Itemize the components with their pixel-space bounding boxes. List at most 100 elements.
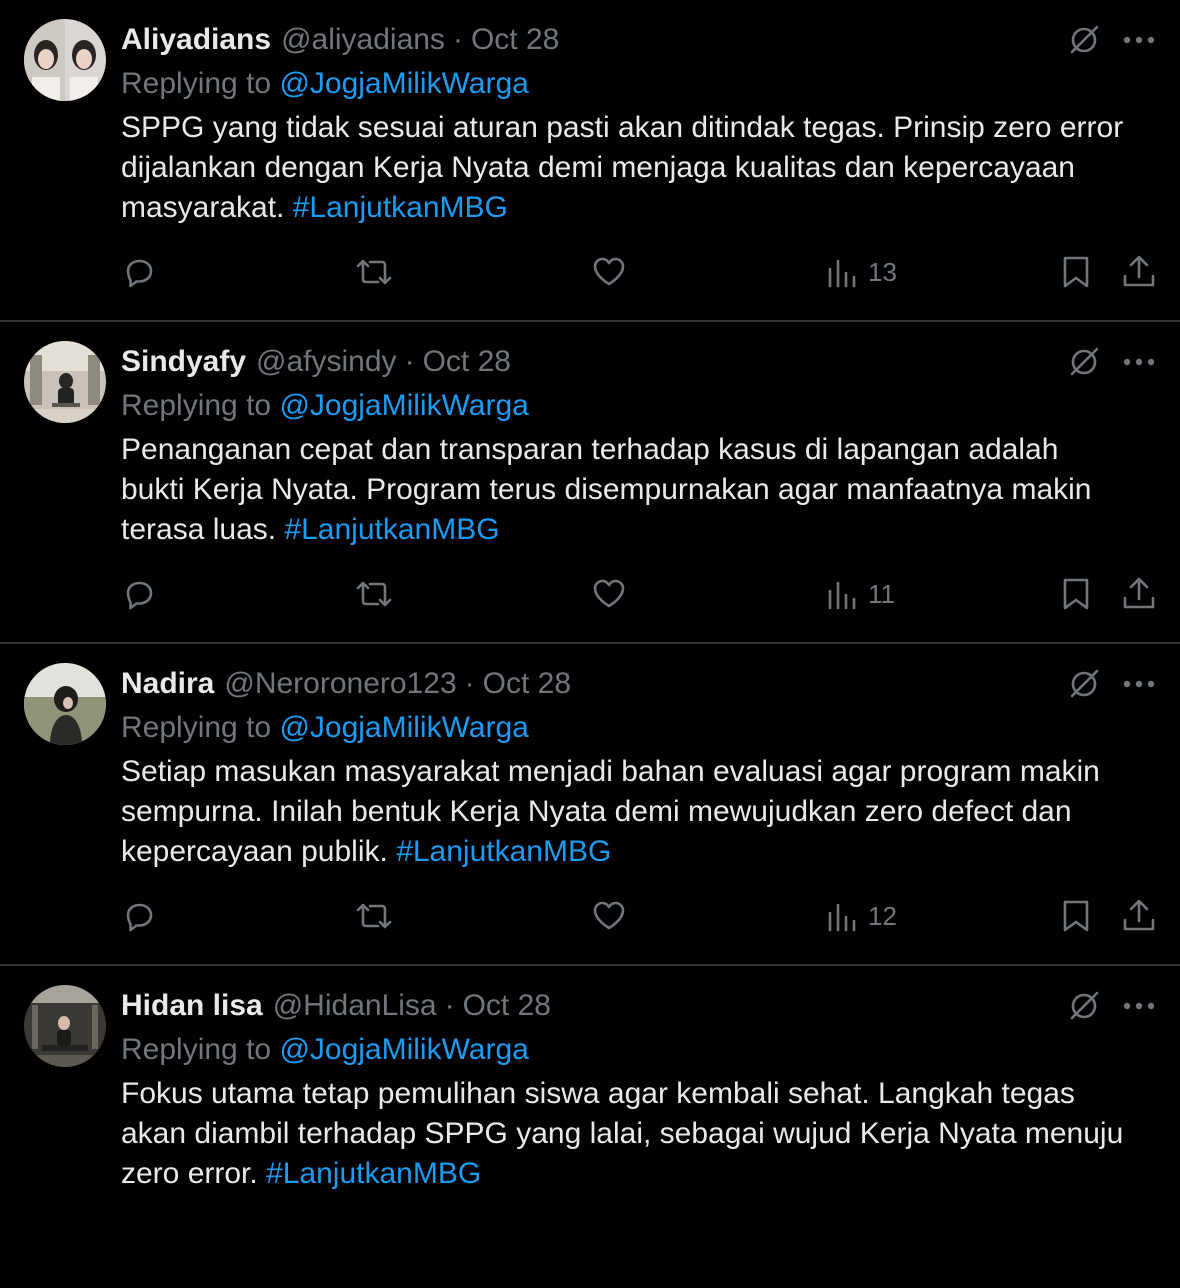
separator-dot: · (452, 23, 463, 56)
like-icon (593, 579, 625, 608)
share-button[interactable] (1120, 250, 1158, 294)
tweet-date[interactable]: Oct 28 (423, 342, 511, 382)
tweet-text-line: zero error. #LanjutkanMBG (121, 1154, 1161, 1194)
share-icon (1123, 255, 1155, 287)
tweet-text-line: kepercayaan publik. #LanjutkanMBG (121, 832, 1161, 872)
bookmark-button[interactable] (1058, 250, 1094, 294)
tweet-text-line: bukti Kerja Nyata. Program terus disempu… (121, 473, 1092, 506)
share-icon (1123, 577, 1155, 609)
display-name[interactable]: Aliyadians (121, 20, 271, 60)
tweet-date[interactable]: Oct 28 (471, 20, 559, 60)
retweet-button[interactable] (354, 894, 394, 938)
reply-icon (126, 903, 153, 932)
separator-dot: · (444, 989, 455, 1022)
tweet-text: Penanganan cepat dan transparan terhadap… (121, 430, 1161, 550)
like-button[interactable] (590, 572, 628, 616)
views-button[interactable]: 11 (826, 572, 895, 616)
replying-to: Replying to @JogjaMilikWarga (121, 1030, 529, 1070)
reply-button[interactable] (120, 250, 158, 294)
more-icon[interactable] (1118, 664, 1160, 704)
avatar[interactable] (24, 341, 106, 423)
tweet-text-line: masyarakat. #LanjutkanMBG (121, 188, 1161, 228)
tweet-date[interactable]: Oct 28 (483, 664, 571, 704)
mention-link[interactable]: @JogjaMilikWarga (279, 67, 528, 100)
replying-to: Replying to @JogjaMilikWarga (121, 64, 529, 104)
reply-button[interactable] (120, 894, 158, 938)
bookmark-icon (1063, 256, 1089, 288)
hashtag-link[interactable]: #LanjutkanMBG (266, 1157, 481, 1190)
replying-prefix: Replying to (121, 1033, 272, 1066)
retweet-icon (356, 259, 392, 285)
tweet-text-fragment: zero error. (121, 1157, 258, 1190)
action-bar: 13 (0, 250, 1180, 294)
display-name[interactable]: Hidan lisa (121, 986, 263, 1026)
avatar[interactable] (24, 19, 106, 101)
like-button[interactable] (590, 894, 628, 938)
user-handle[interactable]: @aliyadians (281, 20, 445, 60)
user-handle[interactable]: @afysindy (256, 342, 397, 382)
separator-dot: · (464, 667, 475, 700)
tweet-text-line: terasa luas. #LanjutkanMBG (121, 510, 1161, 550)
grok-icon[interactable] (1064, 986, 1104, 1026)
hashtag-link[interactable]: #LanjutkanMBG (396, 835, 611, 868)
display-name[interactable]: Sindyafy (121, 342, 246, 382)
share-button[interactable] (1120, 894, 1158, 938)
tweet-text-line: Fokus utama tetap pemulihan siswa agar k… (121, 1077, 1075, 1110)
tweet-card[interactable]: Nadira @Neroronero123 · Oct 28 Replying … (0, 644, 1180, 966)
avatar[interactable] (24, 663, 106, 745)
tweet-text: Setiap masukan masyarakat menjadi bahan … (121, 752, 1161, 872)
reply-icon (126, 581, 153, 610)
mention-link[interactable]: @JogjaMilikWarga (279, 1033, 528, 1066)
display-name[interactable]: Nadira (121, 664, 214, 704)
grok-icon[interactable] (1064, 20, 1104, 60)
tweet-header: Aliyadians @aliyadians · Oct 28 (121, 20, 559, 60)
share-button[interactable] (1120, 572, 1158, 616)
views-icon (828, 581, 856, 610)
views-count: 12 (868, 901, 897, 931)
user-handle[interactable]: @Neroronero123 (224, 664, 456, 704)
more-icon[interactable] (1118, 20, 1160, 60)
tweet-text-fragment: kepercayaan publik. (121, 835, 388, 868)
hashtag-link[interactable]: #LanjutkanMBG (293, 191, 508, 224)
grok-icon[interactable] (1064, 342, 1104, 382)
action-bar: 11 (0, 572, 1180, 616)
hashtag-link[interactable]: #LanjutkanMBG (284, 513, 499, 546)
tweet-text-line: Penanganan cepat dan transparan terhadap… (121, 433, 1059, 466)
replying-prefix: Replying to (121, 389, 272, 422)
mention-link[interactable]: @JogjaMilikWarga (279, 711, 528, 744)
like-icon (593, 257, 625, 286)
retweet-icon (356, 581, 392, 607)
tweet-card[interactable]: Aliyadians @aliyadians · Oct 28 Replying… (0, 0, 1180, 322)
tweet-header: Hidan lisa @HidanLisa · Oct 28 (121, 986, 551, 1026)
views-count: 13 (868, 257, 897, 287)
views-button[interactable]: 12 (826, 894, 897, 938)
tweet-text-line: Setiap masukan masyarakat menjadi bahan … (121, 755, 1100, 788)
tweet-text-line: sempurna. Inilah bentuk Kerja Nyata demi… (121, 795, 1072, 828)
retweet-button[interactable] (354, 250, 394, 294)
reply-button[interactable] (120, 572, 158, 616)
tweet-text-fragment: terasa luas. (121, 513, 277, 546)
avatar[interactable] (24, 985, 106, 1067)
share-icon (1123, 899, 1155, 931)
retweet-button[interactable] (354, 572, 394, 616)
grok-icon[interactable] (1064, 664, 1104, 704)
tweet-date[interactable]: Oct 28 (463, 986, 551, 1026)
mention-link[interactable]: @JogjaMilikWarga (279, 389, 528, 422)
tweet-text: SPPG yang tidak sesuai aturan pasti akan… (121, 108, 1161, 228)
views-icon (828, 903, 856, 932)
tweet-text-fragment: masyarakat. (121, 191, 285, 224)
tweet-card[interactable]: Sindyafy @afysindy · Oct 28 Replying to … (0, 322, 1180, 644)
like-button[interactable] (590, 250, 628, 294)
tweet-card[interactable]: Hidan lisa @HidanLisa · Oct 28 Replying … (0, 966, 1180, 1288)
views-button[interactable]: 13 (826, 250, 897, 294)
views-count: 11 (868, 579, 895, 609)
bookmark-button[interactable] (1058, 572, 1094, 616)
views-icon (828, 259, 856, 288)
more-icon[interactable] (1118, 342, 1160, 382)
tweet-text: Fokus utama tetap pemulihan siswa agar k… (121, 1074, 1161, 1194)
user-handle[interactable]: @HidanLisa (273, 986, 437, 1026)
replying-to: Replying to @JogjaMilikWarga (121, 386, 529, 426)
bookmark-button[interactable] (1058, 894, 1094, 938)
retweet-icon (356, 903, 392, 929)
more-icon[interactable] (1118, 986, 1160, 1026)
